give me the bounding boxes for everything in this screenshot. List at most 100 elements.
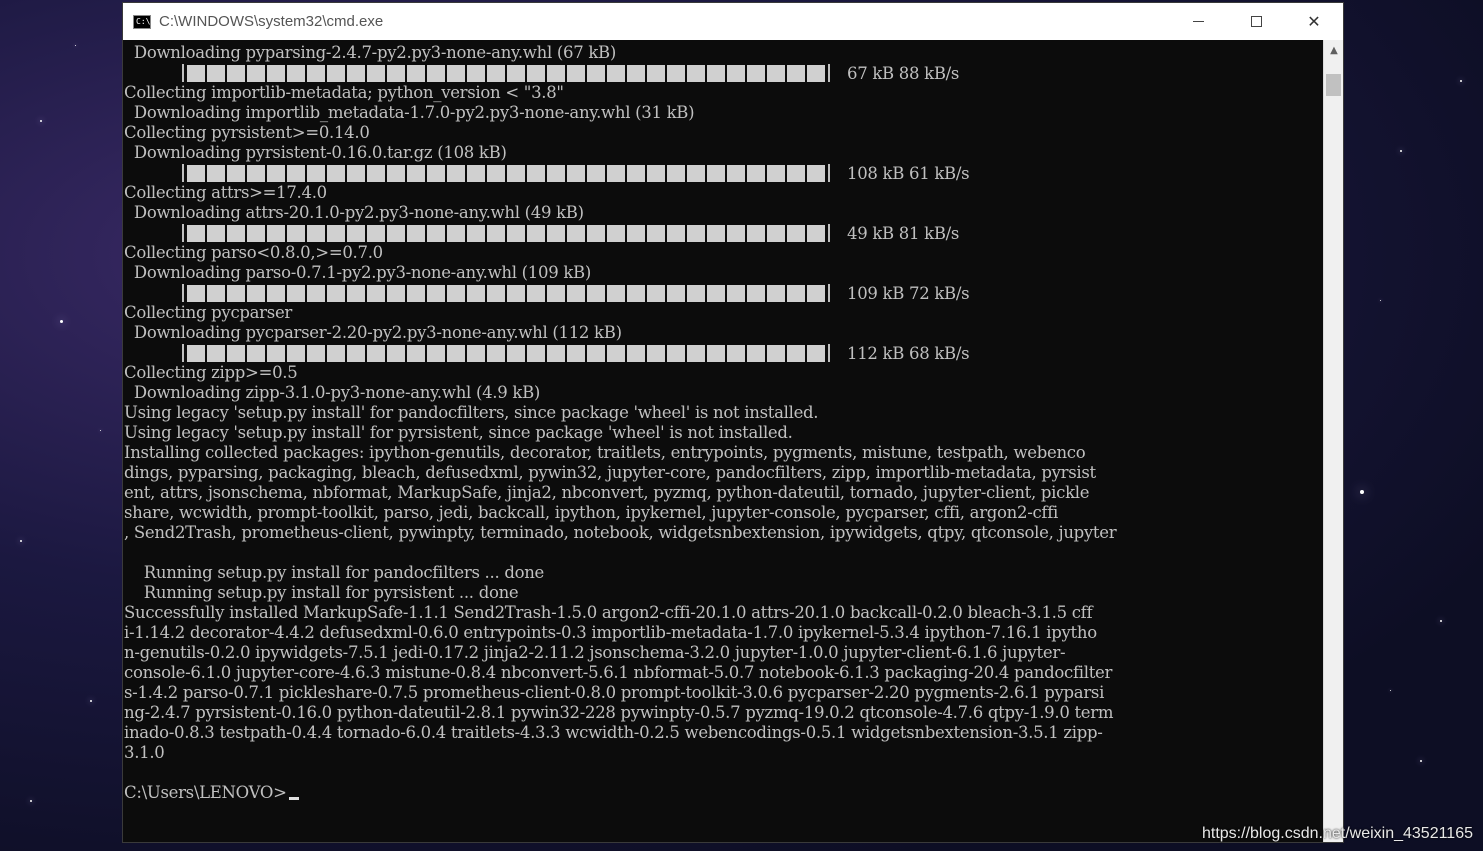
progress-block [347, 344, 365, 362]
console-line: , Send2Trash, prometheus-client, pywinpt… [124, 523, 1117, 542]
console-line: Collecting parso<0.8.0,>=0.7.0 [124, 243, 383, 262]
progress-block [807, 284, 825, 302]
progress-block [627, 64, 645, 82]
progress-block [467, 64, 485, 82]
progress-block [647, 284, 665, 302]
progress-block [387, 344, 405, 362]
progress-block [387, 164, 405, 182]
progress-block [227, 64, 245, 82]
star [1390, 690, 1391, 691]
progress-block [207, 284, 225, 302]
progress-block [587, 164, 605, 182]
cmd-icon[interactable]: C:\ [133, 14, 151, 29]
progress-block [307, 64, 325, 82]
console-line: s-1.4.2 parso-0.7.1 pickleshare-0.7.5 pr… [124, 683, 1105, 702]
star [60, 320, 63, 323]
progress-block [547, 224, 565, 242]
progress-block [647, 344, 665, 362]
progress-block [547, 344, 565, 362]
progress-block [727, 284, 745, 302]
progress-block [507, 344, 525, 362]
vertical-scrollbar[interactable]: ▲ [1323, 40, 1343, 842]
progress-block [287, 164, 305, 182]
progress-block [807, 164, 825, 182]
progress-block [287, 344, 305, 362]
progress-bar-track [187, 224, 825, 242]
progress-block [527, 344, 545, 362]
progress-block [787, 284, 805, 302]
download-stats: 108 kB 61 kB/s [847, 163, 970, 183]
progress-block [267, 284, 285, 302]
close-button[interactable]: ✕ [1285, 3, 1343, 40]
progress-block [507, 284, 525, 302]
progress-bar-edge [182, 64, 184, 82]
progress-block [547, 64, 565, 82]
progress-block [467, 164, 485, 182]
progress-block [527, 224, 545, 242]
progress-block [467, 224, 485, 242]
progress-block [467, 344, 485, 362]
progress-block [487, 344, 505, 362]
progress-block [247, 224, 265, 242]
console-output[interactable]: Downloading pyparsing-2.4.7-py2.py3-none… [123, 40, 1324, 842]
scroll-thumb[interactable] [1326, 74, 1341, 96]
progress-block [427, 284, 445, 302]
progress-block [647, 224, 665, 242]
progress-block [607, 164, 625, 182]
console-line: share, wcwidth, prompt-toolkit, parso, j… [124, 503, 1059, 522]
scroll-up-icon[interactable]: ▲ [1324, 40, 1344, 60]
progress-block [787, 224, 805, 242]
star [40, 120, 42, 122]
progress-block [807, 64, 825, 82]
progress-block [667, 284, 685, 302]
progress-block [447, 344, 465, 362]
progress-block [587, 344, 605, 362]
progress-block [367, 344, 385, 362]
progress-block [607, 224, 625, 242]
star [90, 700, 92, 702]
console-line: Collecting pycparser [124, 303, 292, 322]
progress-block [227, 284, 245, 302]
progress-block [327, 64, 345, 82]
progress-block [667, 64, 685, 82]
progress-block [667, 344, 685, 362]
star [1400, 150, 1402, 152]
progress-block [747, 344, 765, 362]
progress-block [327, 224, 345, 242]
download-stats: 112 kB 68 kB/s [847, 343, 970, 363]
minimize-button[interactable] [1169, 3, 1227, 40]
progress-block [267, 164, 285, 182]
progress-block [647, 164, 665, 182]
progress-block [707, 284, 725, 302]
progress-block [207, 64, 225, 82]
progress-block [687, 164, 705, 182]
console-line: Installing collected packages: ipython-g… [124, 443, 1086, 462]
text-cursor [288, 797, 299, 800]
console-line: Using legacy 'setup.py install' for pand… [124, 403, 819, 422]
maximize-button[interactable] [1227, 3, 1285, 40]
progress-block [667, 224, 685, 242]
minimize-icon [1192, 21, 1204, 22]
progress-block [187, 64, 205, 82]
star [1360, 490, 1364, 494]
console-line: n-genutils-0.2.0 ipywidgets-7.5.1 jedi-0… [124, 643, 1066, 662]
progress-block [587, 224, 605, 242]
progress-block [567, 64, 585, 82]
progress-block [627, 164, 645, 182]
progress-block [367, 64, 385, 82]
progress-block [227, 164, 245, 182]
progress-block [287, 284, 305, 302]
progress-block [487, 64, 505, 82]
console-line: Running setup.py install for pandocfilte… [124, 563, 545, 582]
progress-block [807, 344, 825, 362]
progress-block [207, 164, 225, 182]
progress-block [407, 64, 425, 82]
cmd-window[interactable]: C:\ C:\WINDOWS\system32\cmd.exe ✕ Downlo… [122, 2, 1344, 843]
download-progress-bar: 112 kB 68 kB/s [179, 343, 970, 363]
command-prompt[interactable]: C:\Users\LENOVO> [124, 783, 299, 803]
console-line: Collecting importlib-metadata; python_ve… [124, 83, 564, 102]
console-line: Running setup.py install for pyrsistent … [124, 583, 519, 602]
progress-bar-edge [182, 284, 184, 302]
title-bar[interactable]: C:\ C:\WINDOWS\system32\cmd.exe ✕ [123, 3, 1343, 40]
progress-bar-track [187, 344, 825, 362]
